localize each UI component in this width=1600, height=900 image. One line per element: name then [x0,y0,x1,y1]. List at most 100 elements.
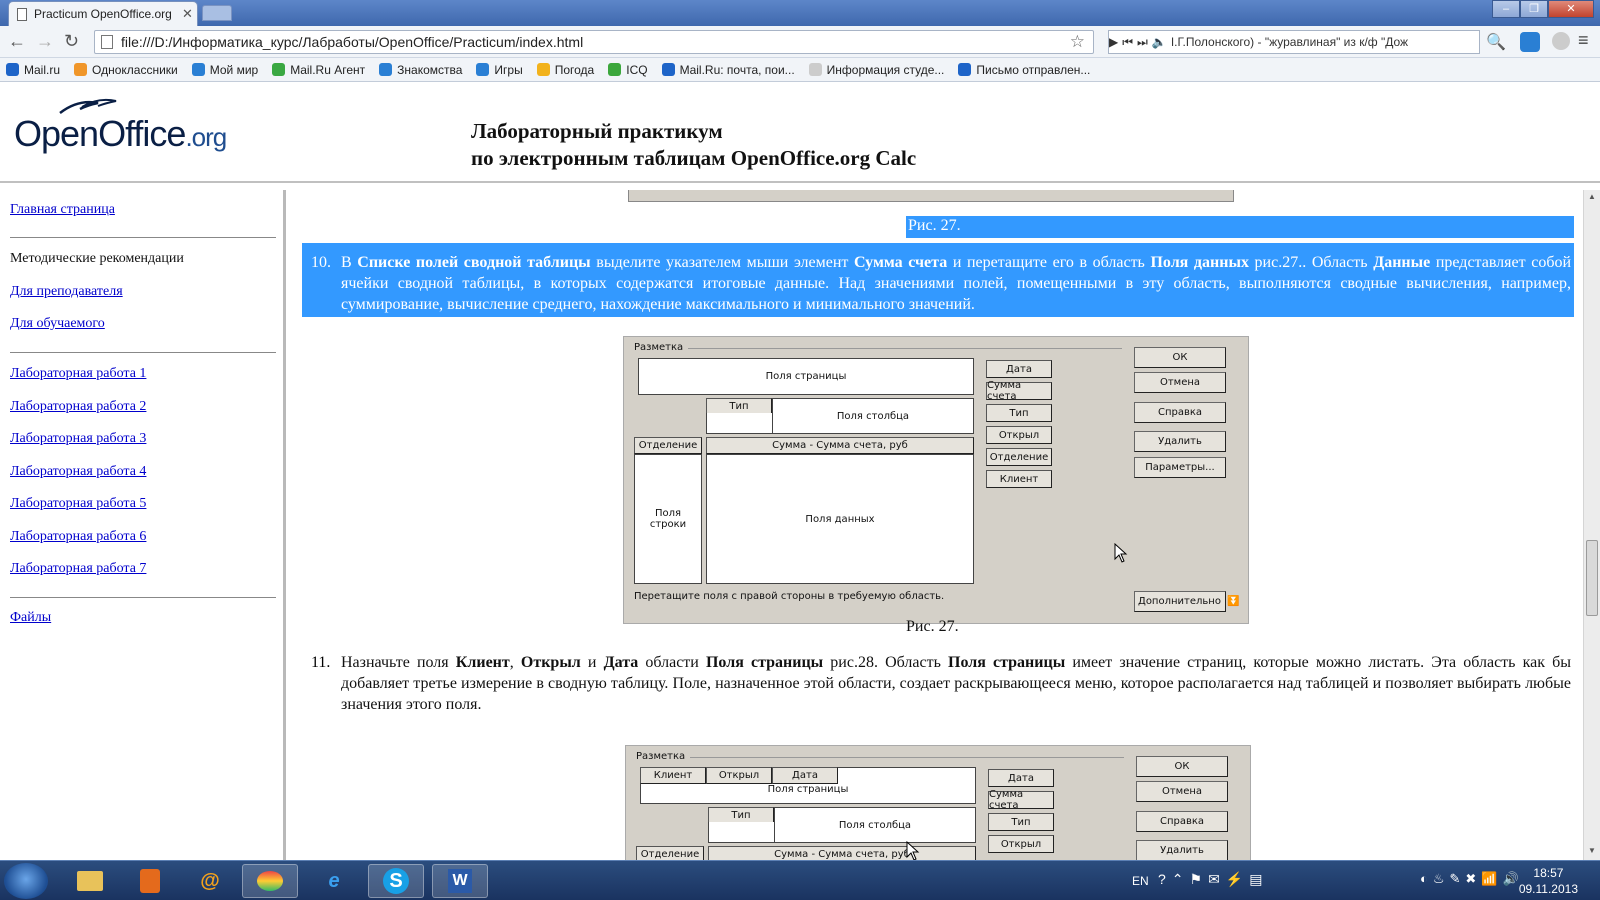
nav-lab-7-link[interactable]: Лабораторная работа 7 [10,561,146,577]
page-icon [101,35,113,49]
page-title: Лабораторный практикум по электронным та… [471,118,916,172]
nav-lab-5-link[interactable]: Лабораторная работа 5 [10,496,146,512]
bookmark-label: Одноклассники [92,62,178,77]
bookmark-item[interactable]: ICQ [608,62,648,77]
divider [10,237,276,238]
ok-button: ОК [1136,756,1228,777]
scroll-thumb[interactable] [1586,540,1598,616]
mouse-cursor-icon [906,841,920,860]
forward-icon[interactable]: → [36,32,54,50]
field-type-button: Тип [986,404,1052,422]
nav-student-link[interactable]: Для обучаемого [10,316,105,332]
data-fields-area: Поля данных [706,454,974,584]
bookmark-label: Информация студе... [826,62,945,77]
tab-practicum[interactable]: Practicum OpenOffice.org ✕ [8,1,198,26]
data-field-button: Сумма - Сумма счета, руб [708,846,976,860]
nav-teacher-link[interactable]: Для преподавателя [10,284,123,300]
main-content: Рис. 27. 10. В Списке полей сводной табл… [289,190,1583,860]
col-fields-area: Поля столбца [774,807,976,843]
star-icon[interactable]: ☆ [1070,32,1085,52]
new-tab-button[interactable] [202,5,232,21]
nav-files-link[interactable]: Файлы [10,610,51,626]
bookmark-icon [536,63,550,76]
delete-button: Удалить [1136,840,1228,860]
step-11-text: Назначьте поля Клиент, Открыл и Дата обл… [341,654,1572,713]
address-bar[interactable]: file:///D:/Информатика_курс/Лабработы/Op… [94,30,1094,54]
start-button[interactable] [4,863,48,899]
bookmark-item[interactable]: Погода [536,62,595,77]
play-icon[interactable]: ▶ [1109,35,1118,49]
drag-hint-text: Перетащите поля с правой стороны в требу… [634,591,945,602]
tray-icons[interactable]: ?⌃⚑✉⚡▤ [1158,871,1268,888]
tray-icons-2[interactable]: ◐♨✎✖📶🔊 [1420,871,1524,887]
figure-remnant [628,190,1234,202]
figure-caption: Рис. 27. [906,618,959,635]
bookmark-item[interactable]: Письмо отправлен... [958,63,1090,77]
bookmarks-bar: Mail.ru Одноклассники Мой мир Mail.Ru Агент… [0,58,1600,82]
media-track-text: I.Г.Полонского) - "журавлиная" из к/ф "Д… [1170,35,1409,49]
skype-taskbar-icon[interactable]: S [368,864,424,898]
clock-time: 18:57 [1533,866,1564,880]
scroll-up-icon[interactable]: ▲ [1588,192,1596,201]
volume-icon[interactable]: 🔈 [1152,35,1167,49]
close-window-button[interactable]: ✕ [1548,0,1594,18]
chrome-taskbar-icon[interactable] [242,864,298,898]
prev-icon[interactable]: ⏮ [1122,35,1133,50]
scroll-down-icon[interactable]: ▼ [1588,846,1596,855]
step-10-text: В Списке полей сводной таблицы выделите … [341,254,1572,313]
page-scrollbar[interactable]: ▲ ▼ [1583,190,1600,860]
mail-agent-icon[interactable] [1520,32,1540,52]
bookmark-label: Письмо отправлен... [976,62,1091,77]
maximize-button[interactable]: ❐ [1520,0,1548,18]
extension-icon[interactable] [1552,32,1570,50]
back-icon[interactable]: ← [8,32,26,50]
bookmark-item[interactable]: Одноклассники [74,63,178,77]
cancel-button: Отмена [1136,781,1228,802]
divider [10,352,276,353]
group-label: Разметка [634,342,684,353]
language-indicator[interactable]: EN [1132,874,1149,888]
field-sum-button: Сумма счета [986,380,1052,402]
bookmark-label: Погода [554,62,595,77]
more-button-label: Дополнительно [1138,596,1221,607]
bookmark-label: ICQ [626,62,648,77]
bookmark-icon [476,63,490,76]
nav-lab-4-link[interactable]: Лабораторная работа 4 [10,464,146,480]
nav-lab-6-link[interactable]: Лабораторная работа 6 [10,529,146,545]
page-header: OpenOffice.org Лабораторный практикум по… [0,83,1600,183]
bookmark-item[interactable]: Mail.Ru Агент [272,63,365,77]
step-number: 11. [311,654,331,671]
minimize-button[interactable]: – [1492,0,1520,18]
nav-lab-3-link[interactable]: Лабораторная работа 3 [10,431,146,447]
bookmark-item[interactable]: Mail.Ru: почта, пои... [661,63,795,77]
reload-icon[interactable]: ↻ [64,32,79,50]
bookmark-item[interactable]: Игры [476,63,523,77]
nav-home-link[interactable]: Главная страница [10,202,115,218]
mail-agent-taskbar-icon[interactable]: @ [182,864,238,898]
nav-lab-2-link[interactable]: Лабораторная работа 2 [10,399,146,415]
explorer-taskbar-icon[interactable] [62,864,118,898]
bookmark-icon [808,63,822,76]
menu-icon[interactable]: ≡ [1578,30,1589,51]
bookmark-item[interactable]: Мой мир [191,63,258,77]
bookmark-label: Знакомства [397,62,463,77]
media-player-taskbar-icon[interactable] [122,864,178,898]
bookmark-item[interactable]: Информация студе... [808,62,945,77]
field-client-button: Клиент [986,470,1052,488]
media-player-bar[interactable]: ▶ ⏮ ⏭ 🔈 I.Г.Полонского) - "журавлиная" и… [1108,30,1480,54]
figure-caption: Рис. 27. [906,217,963,235]
group-line [688,348,1122,349]
system-clock[interactable]: 18:57 09.11.2013 [1519,865,1578,897]
next-icon[interactable]: ⏭ [1137,35,1148,50]
bookmark-item[interactable]: Mail.ru [6,63,60,77]
word-taskbar-icon[interactable]: W [432,864,488,898]
help-button: Справка [1136,811,1228,832]
nav-lab-1-link[interactable]: Лабораторная работа 1 [10,366,146,382]
close-tab-icon[interactable]: ✕ [182,6,193,22]
ie-taskbar-icon[interactable]: e [306,864,362,898]
address-text: file:///D:/Информатика_курс/Лабработы/Op… [121,34,584,50]
bookmark-item[interactable]: Знакомства [379,63,462,77]
bookmark-icon [272,63,286,76]
search-icon[interactable]: 🔍 [1486,32,1506,52]
field-date-button: Дата [988,769,1054,787]
